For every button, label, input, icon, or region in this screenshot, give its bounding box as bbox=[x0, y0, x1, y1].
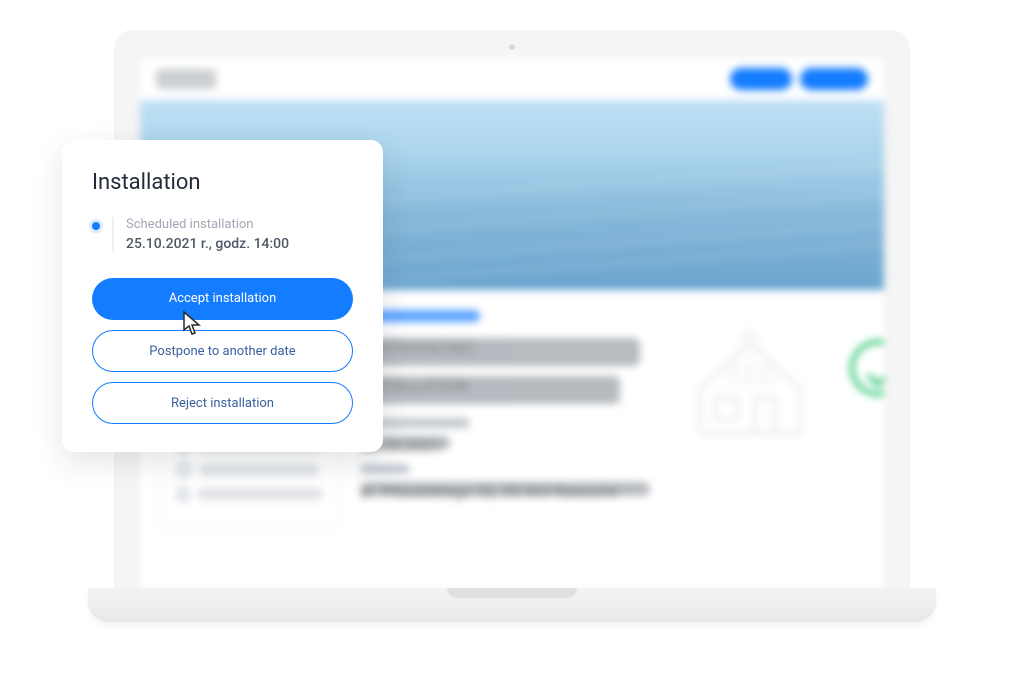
main-content: PHOTOVOLTAIC INSTALLATION 25.10.2021 al.… bbox=[360, 310, 884, 540]
top-buttons bbox=[730, 68, 868, 90]
status-bullet-icon bbox=[92, 222, 100, 230]
status-value: 25.10.2021 r., godz. 14:00 bbox=[126, 236, 289, 252]
top-pill-button[interactable] bbox=[730, 68, 792, 90]
top-pill-button[interactable] bbox=[800, 68, 868, 90]
page-title-line: PHOTOVOLTAIC bbox=[360, 338, 640, 366]
logo bbox=[156, 69, 216, 89]
house-icon bbox=[690, 328, 810, 438]
address-value: al. Piłsudskiego 32, 35-363 Rzeszów bbox=[360, 482, 650, 496]
topbar bbox=[140, 58, 884, 100]
laptop-base bbox=[88, 588, 936, 622]
accept-installation-button[interactable]: Accept installation bbox=[92, 278, 353, 320]
status-label: Scheduled installation bbox=[126, 217, 289, 232]
installation-dialog: Installation Scheduled installation 25.1… bbox=[62, 140, 383, 452]
status-row: Scheduled installation 25.10.2021 r., go… bbox=[92, 217, 353, 252]
success-check-icon bbox=[850, 340, 884, 396]
page-title-line: INSTALLATION bbox=[360, 376, 620, 404]
reject-installation-button[interactable]: Reject installation bbox=[92, 382, 353, 424]
dialog-title: Installation bbox=[92, 170, 353, 195]
postpone-button[interactable]: Postpone to another date bbox=[92, 330, 353, 372]
